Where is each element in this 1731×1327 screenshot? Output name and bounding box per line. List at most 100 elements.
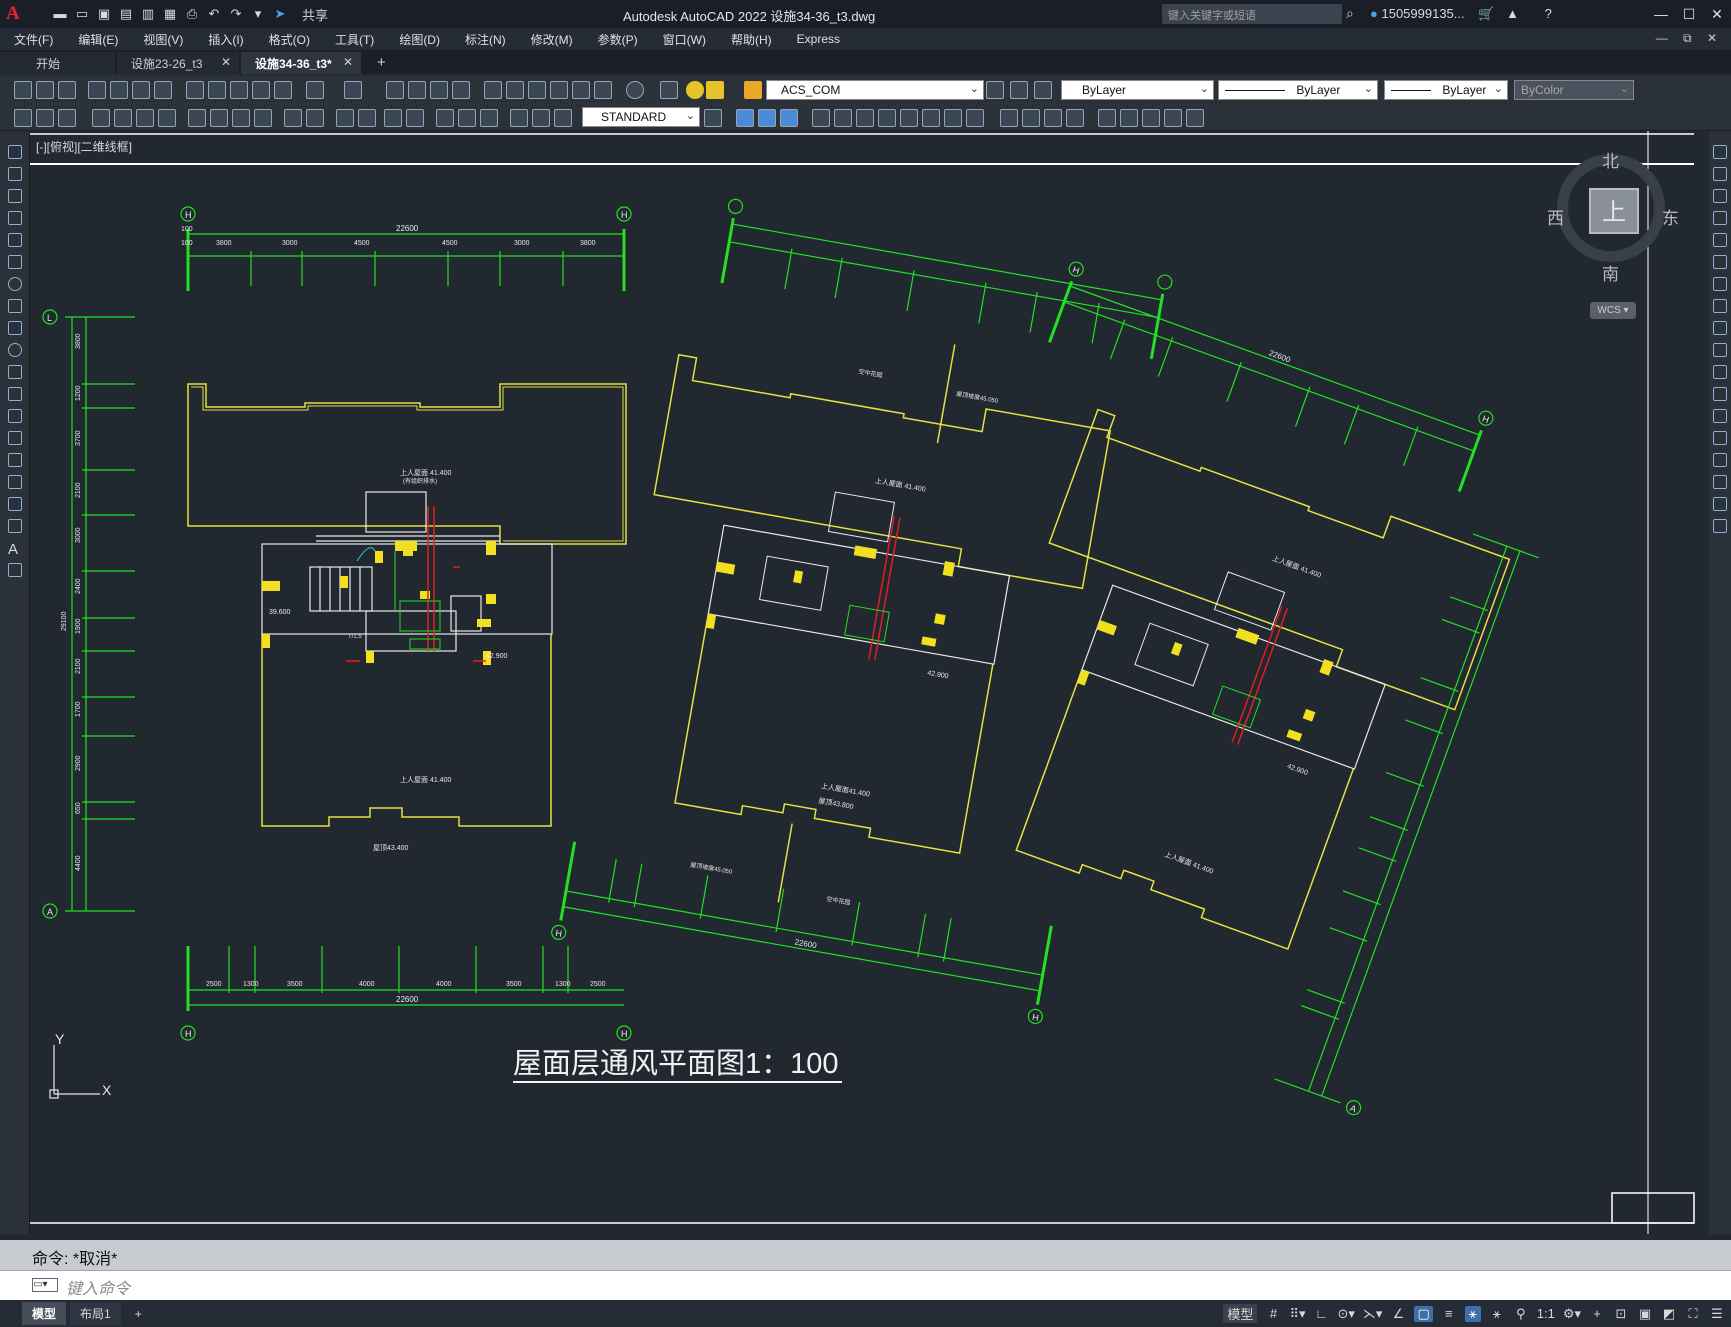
extrude-icon[interactable] — [900, 109, 918, 127]
dimension-update-icon[interactable] — [480, 109, 498, 127]
paste-icon[interactable] — [230, 81, 248, 99]
join-icon[interactable] — [1713, 431, 1727, 445]
annotation-scale-value[interactable]: 1:1 — [1537, 1306, 1555, 1321]
object-snap-icon[interactable]: ▢ — [1414, 1305, 1433, 1322]
textstyle-dropdown[interactable]: STANDARD ⌄ — [582, 107, 700, 127]
menu-file[interactable]: 文件(F) — [0, 31, 64, 48]
dimension-baseline-icon[interactable] — [232, 109, 250, 127]
command-input[interactable]: 键入命令 — [66, 1275, 130, 1299]
rectangle-icon[interactable] — [8, 233, 22, 247]
mirror-icon[interactable] — [1713, 189, 1727, 203]
jogged-linear-icon[interactable] — [406, 109, 424, 127]
3d-torus-icon[interactable] — [856, 109, 874, 127]
isodraft-icon[interactable]: ⋋▾ — [1363, 1306, 1383, 1322]
3d-array-icon[interactable] — [1186, 109, 1204, 127]
center-mark-icon[interactable] — [358, 109, 376, 127]
redo-icon[interactable]: ↷ — [228, 6, 244, 22]
compass-south[interactable]: 南 — [1602, 260, 1619, 285]
inspection-icon[interactable] — [384, 109, 402, 127]
trim-icon[interactable] — [1713, 343, 1727, 357]
dimension-ordinate-icon[interactable] — [92, 109, 110, 127]
save-to-web-icon[interactable]: ▦ — [162, 6, 178, 22]
save-as-icon[interactable]: ▤ — [118, 6, 134, 22]
3d-sphere-icon[interactable] — [812, 109, 830, 127]
compass-east[interactable]: 东 — [1662, 204, 1679, 229]
customize-qa-icon[interactable]: ▾ — [250, 6, 266, 22]
search-icon[interactable]: ⌕ — [1346, 5, 1354, 22]
3d-box-icon[interactable] — [736, 109, 754, 127]
dimension-linear-icon[interactable] — [14, 109, 32, 127]
polar-tracking-icon[interactable]: ⊙▾ — [1337, 1306, 1354, 1322]
layer-dropdown[interactable]: ACS_COM ⌄ — [766, 80, 984, 100]
color-dropdown[interactable]: ByLayer ⌄ — [1061, 80, 1214, 100]
slice-icon[interactable] — [1066, 109, 1084, 127]
viewport-controls-label[interactable]: [-][俯视][二维线框] — [36, 138, 132, 155]
text-edit-icon[interactable] — [510, 109, 528, 127]
layer-properties-icon[interactable] — [660, 81, 678, 99]
workspace-gear-icon[interactable]: ⚙▾ — [1563, 1306, 1581, 1322]
preview-icon[interactable] — [110, 81, 128, 99]
tool-palettes-icon[interactable] — [528, 81, 546, 99]
dimension-edit-icon[interactable] — [436, 109, 454, 127]
layer-freeze-icon[interactable] — [706, 81, 724, 99]
user-account[interactable]: ● 1505999135... 🛒 ▲ ? — [1370, 6, 1552, 22]
help-icon[interactable]: ? — [1545, 6, 1552, 21]
tolerance-icon[interactable] — [336, 109, 354, 127]
dimension-angular-icon[interactable] — [188, 109, 206, 127]
share-icon[interactable]: ➤ — [272, 6, 288, 22]
dimension-style-icon[interactable] — [704, 109, 722, 127]
plot-icon[interactable] — [88, 81, 106, 99]
linetype-dropdown[interactable]: ByLayer ⌄ — [1218, 80, 1378, 100]
extend-icon[interactable] — [1713, 365, 1727, 379]
zoom-window-icon[interactable] — [430, 81, 448, 99]
menu-express[interactable]: Express — [783, 32, 851, 46]
layer-previous-icon[interactable] — [1010, 81, 1028, 99]
menu-window[interactable]: 窗口(W) — [649, 31, 717, 48]
polygon-icon[interactable] — [8, 211, 22, 225]
ellipse-arc-icon[interactable] — [8, 365, 22, 379]
close-button[interactable]: ✕ — [1703, 0, 1731, 28]
sheet-set-icon[interactable] — [550, 81, 568, 99]
layer-on-icon[interactable] — [686, 81, 704, 99]
customization-icon[interactable]: ☰ — [1709, 1306, 1725, 1322]
3d-cone-icon[interactable] — [780, 109, 798, 127]
circle-icon[interactable] — [8, 277, 22, 291]
menu-view[interactable]: 视图(V) — [129, 31, 194, 48]
zoom-realtime-icon[interactable] — [408, 81, 426, 99]
copy-object-icon[interactable] — [1713, 167, 1727, 181]
zoom-previous-icon[interactable] — [452, 81, 470, 99]
menu-edit[interactable]: 编辑(E) — [64, 31, 129, 48]
match-properties-icon[interactable] — [252, 81, 270, 99]
dimension-continue-icon[interactable] — [254, 109, 272, 127]
hatch-icon[interactable] — [8, 453, 22, 467]
new-tab-button[interactable]: + — [377, 54, 386, 74]
dimension-text-edit-icon[interactable] — [458, 109, 476, 127]
dimension-diameter-icon[interactable] — [158, 109, 176, 127]
gradient-icon[interactable] — [8, 475, 22, 489]
dimension-jogged-icon[interactable] — [136, 109, 154, 127]
snap-icon[interactable]: ⠿▾ — [1289, 1306, 1305, 1322]
table-icon[interactable] — [8, 519, 22, 533]
menu-help[interactable]: 帮助(H) — [717, 31, 783, 48]
menu-insert[interactable]: 插入(I) — [194, 31, 254, 48]
autocad-logo-button[interactable]: A — [6, 3, 32, 25]
polyline-icon[interactable] — [8, 189, 22, 203]
3d-pyramid-icon[interactable] — [878, 109, 896, 127]
redo-icon[interactable] — [344, 81, 362, 99]
annotation-scale-icon[interactable]: ⚲ — [1513, 1306, 1529, 1322]
share-button[interactable]: 共享 — [302, 5, 328, 24]
save-icon[interactable]: ▣ — [96, 6, 112, 22]
viewcube-top-face[interactable]: 上 — [1589, 188, 1639, 234]
plot-icon[interactable]: ⎙ — [184, 6, 200, 22]
lineweight-icon[interactable]: ≡ — [1441, 1306, 1457, 1321]
menu-dimension[interactable]: 标注(N) — [451, 31, 517, 48]
maximize-button[interactable]: ☐ — [1675, 0, 1703, 28]
dimension-break-icon[interactable] — [306, 109, 324, 127]
explode-icon[interactable] — [1713, 519, 1727, 533]
revolve-icon[interactable] — [922, 109, 940, 127]
insert-block-icon[interactable] — [8, 387, 22, 401]
calculator-icon[interactable] — [594, 81, 612, 99]
compass-west[interactable]: 西 — [1547, 204, 1564, 229]
wcs-menu-button[interactable]: WCS ▾ — [1590, 302, 1636, 319]
tab-start[interactable]: 开始 — [0, 52, 115, 74]
